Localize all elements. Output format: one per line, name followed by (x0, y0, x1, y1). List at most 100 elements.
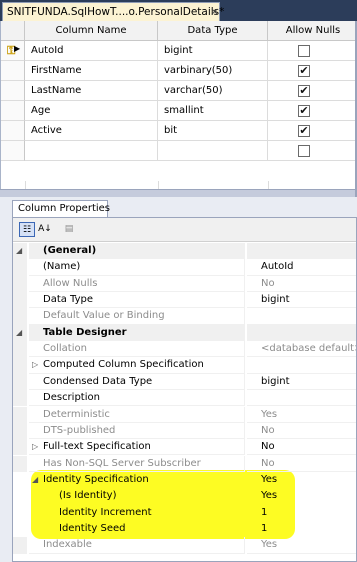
property-category-row[interactable]: ◢ Table Designer (13, 324, 356, 342)
property-value[interactable]: Yes (247, 488, 356, 504)
current-row-arrow-icon: ▶ (14, 44, 21, 53)
allow-nulls-cell (268, 41, 357, 61)
property-row[interactable]: Condensed Data Type bigint (13, 373, 356, 391)
column-name-cell[interactable]: FirstName (25, 61, 158, 81)
row-selector[interactable] (1, 121, 25, 141)
property-value[interactable] (247, 308, 356, 325)
data-type-cell[interactable]: smallint (158, 101, 268, 121)
property-row[interactable]: (Name) AutoId (13, 259, 356, 276)
property-value[interactable]: AutoId (247, 259, 356, 276)
data-type-cell[interactable]: bigint (158, 41, 268, 61)
property-gutter (13, 521, 27, 537)
allow-nulls-checkbox[interactable] (298, 45, 310, 57)
data-type-cell[interactable]: varbinary(50) (158, 61, 268, 81)
property-value[interactable] (247, 243, 356, 260)
table-row[interactable]: LastName varchar(50) ✔ (1, 81, 357, 101)
allow-nulls-cell (268, 81, 357, 101)
property-row[interactable]: Default Value or Binding (13, 308, 356, 325)
property-value[interactable] (247, 324, 356, 342)
data-type-cell[interactable]: bit (158, 121, 268, 141)
column-name-cell[interactable]: LastName (25, 81, 158, 101)
pane-splitter[interactable] (0, 189, 357, 197)
collapse-icon[interactable]: ◢ (16, 246, 22, 255)
property-row[interactable]: (Is Identity) Yes (13, 488, 356, 504)
property-value[interactable]: Yes (247, 407, 356, 423)
allow-nulls-checkbox[interactable] (298, 145, 310, 157)
allow-nulls-checkbox[interactable]: ✔ (298, 105, 310, 117)
property-value[interactable]: No (247, 439, 356, 456)
property-value[interactable]: bigint (247, 292, 356, 309)
property-row[interactable]: ▷ Computed Column Specification (13, 357, 356, 374)
grid-divider (268, 181, 269, 189)
property-category-row[interactable]: ◢ (General) (13, 243, 356, 260)
property-row[interactable]: Identity Seed 1 (13, 521, 356, 537)
document-tab-bar: SNITFUNDA.SqlHowT....o.PersonalDetails* … (0, 0, 357, 21)
allow-nulls-checkbox[interactable]: ✔ (298, 125, 310, 137)
tab-column-properties[interactable]: Column Properties (12, 200, 110, 217)
property-row[interactable]: ◢ Identity Specification Yes (13, 472, 356, 488)
property-gutter (13, 308, 27, 325)
allow-nulls-cell (268, 61, 357, 81)
property-name: Description (29, 390, 245, 407)
property-value[interactable]: <database default> (247, 341, 356, 358)
property-row[interactable]: Identity Increment 1 (13, 505, 356, 521)
property-name: Table Designer (29, 324, 245, 342)
table-row[interactable]: ⚿ ▶ AutoId bigint (1, 41, 357, 61)
data-type-cell[interactable]: varchar(50) (158, 81, 268, 101)
alphabetical-icon[interactable]: A↓ (37, 222, 53, 237)
property-pages-icon[interactable]: ▤ (61, 222, 77, 237)
property-row[interactable]: DTS-published No (13, 422, 356, 440)
property-value[interactable]: Yes (247, 472, 356, 488)
allow-nulls-checkbox[interactable]: ✔ (298, 85, 310, 97)
property-name: Default Value or Binding (29, 308, 245, 325)
table-row[interactable]: Age smallint ✔ (1, 101, 357, 121)
row-selector[interactable] (1, 141, 25, 161)
property-gutter (13, 439, 27, 456)
property-row[interactable]: Description (13, 390, 356, 407)
property-value[interactable]: bigint (247, 374, 356, 391)
property-row[interactable]: Deterministic Yes (13, 406, 356, 423)
document-tab-title: SNITFUNDA.SqlHowT....o.PersonalDetails* (7, 6, 225, 18)
property-value[interactable]: No (247, 423, 356, 440)
row-selector[interactable] (1, 81, 25, 101)
collapse-icon[interactable]: ◢ (16, 328, 22, 337)
property-value[interactable]: Yes (247, 537, 356, 554)
close-icon[interactable]: × (210, 5, 219, 18)
property-gutter (13, 357, 27, 374)
table-row[interactable]: FirstName varbinary(50) ✔ (1, 61, 357, 81)
property-gutter (13, 373, 27, 391)
row-selector[interactable] (1, 101, 25, 121)
allow-nulls-cell (268, 101, 357, 121)
property-row[interactable]: Has Non-SQL Server Subscriber No (13, 455, 356, 472)
property-value[interactable] (247, 390, 356, 407)
property-value[interactable]: 1 (247, 521, 356, 537)
property-row[interactable]: Data Type bigint (13, 292, 356, 309)
property-value[interactable]: No (247, 456, 356, 472)
categorized-icon[interactable]: ☷ (19, 222, 35, 237)
column-name-cell[interactable]: AutoId (25, 41, 158, 61)
column-name-cell[interactable] (25, 141, 158, 161)
property-value[interactable] (247, 357, 356, 374)
row-selector[interactable]: ⚿ ▶ (1, 41, 25, 61)
allow-nulls-cell (268, 121, 357, 141)
property-row[interactable]: Allow Nulls No (13, 275, 356, 292)
column-name-cell[interactable]: Active (25, 121, 158, 141)
table-row[interactable] (1, 141, 357, 161)
property-row[interactable]: ▷ Full-text Specification No (13, 439, 356, 456)
property-gutter (13, 505, 27, 521)
allow-nulls-checkbox[interactable]: ✔ (298, 65, 310, 77)
property-value[interactable]: No (247, 276, 356, 292)
row-selector[interactable] (1, 61, 25, 81)
document-tab[interactable]: SNITFUNDA.SqlHowT....o.PersonalDetails* … (2, 2, 224, 21)
property-value[interactable]: 1 (247, 505, 356, 521)
property-name: Data Type (29, 292, 245, 309)
allow-nulls-header: Allow Nulls (285, 25, 341, 36)
data-type-cell[interactable] (158, 141, 268, 161)
property-name: DTS-published (29, 422, 245, 440)
property-gutter (13, 341, 27, 358)
property-gutter (13, 275, 27, 292)
property-row[interactable]: Collation <database default> (13, 341, 356, 358)
property-row[interactable]: Indexable Yes (13, 537, 356, 554)
table-row[interactable]: Active bit ✔ (1, 121, 357, 141)
column-name-cell[interactable]: Age (25, 101, 158, 121)
